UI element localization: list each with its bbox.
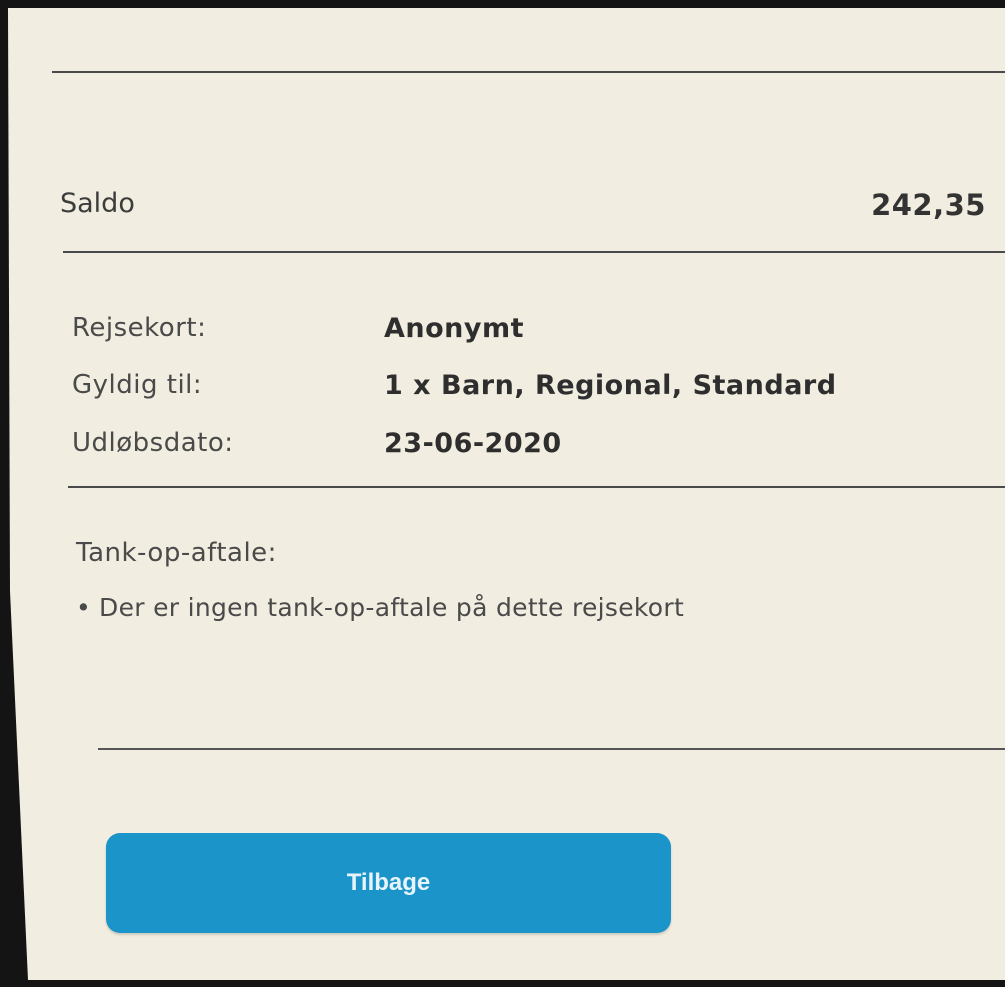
valid-for-value: 1 x Barn, Regional, Standard	[384, 370, 837, 401]
balance-value: 242,35	[871, 188, 986, 222]
card-type-value: Anonymt	[384, 313, 525, 344]
topup-agreement-label: Tank-op-aftale:	[76, 538, 277, 568]
valid-for-label: Gyldig til:	[72, 370, 203, 400]
divider-card-info	[68, 486, 1005, 488]
divider-top	[52, 71, 1005, 73]
topup-agreement-item: • Der er ingen tank-op-aftale på dette re…	[76, 593, 684, 622]
balance-label: Saldo	[60, 188, 135, 219]
divider-balance	[63, 251, 1005, 253]
card-type-label: Rejsekort:	[72, 313, 207, 343]
bullet-icon: •	[76, 593, 92, 622]
divider-bottom	[98, 748, 1005, 750]
expiry-date-label: Udløbsdato:	[72, 428, 234, 458]
back-button-label: Tilbage	[346, 869, 431, 896]
ticket-machine-screen: Saldo 242,35 Rejsekort: Anonymt Gyldig t…	[8, 8, 1005, 980]
back-button[interactable]: Tilbage	[106, 833, 671, 933]
expiry-date-value: 23-06-2020	[384, 428, 562, 459]
topup-agreement-message: Der er ingen tank-op-aftale på dette rej…	[99, 593, 685, 622]
